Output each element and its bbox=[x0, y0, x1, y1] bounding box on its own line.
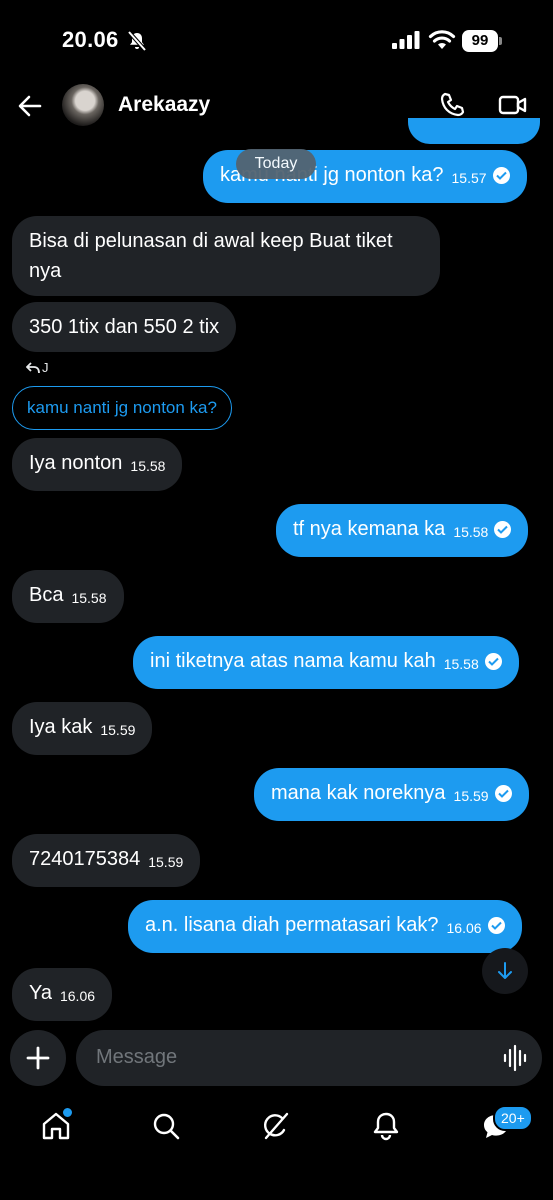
avatar[interactable] bbox=[62, 84, 104, 126]
message-time: 15.59 bbox=[148, 854, 184, 870]
message-text: Ya bbox=[29, 982, 52, 1004]
read-check-icon bbox=[492, 167, 510, 184]
message-time: 15.58 bbox=[71, 590, 107, 606]
message-time: 15.58 bbox=[453, 524, 489, 540]
cellular-signal-icon bbox=[392, 31, 420, 49]
message-outgoing[interactable]: a.n. lisana diah permatasari kak? 16.06 bbox=[128, 900, 522, 953]
video-call-icon[interactable] bbox=[498, 92, 528, 118]
back-arrow-icon[interactable] bbox=[16, 92, 44, 120]
message-text: 350 1tix dan 550 2 tix bbox=[29, 316, 220, 338]
message-incoming[interactable]: 350 1tix dan 550 2 tix bbox=[12, 302, 237, 352]
message-time: 15.58 bbox=[443, 656, 479, 672]
contact-name[interactable]: Arekaazy bbox=[118, 93, 210, 117]
add-attachment-button[interactable] bbox=[10, 1030, 66, 1086]
message-time: 15.59 bbox=[100, 722, 136, 738]
read-check-icon bbox=[487, 917, 505, 934]
message-time: 16.06 bbox=[59, 988, 96, 1004]
message-outgoing[interactable]: tf nya kemana ka 15.58 bbox=[276, 504, 529, 557]
message-time: 16.06 bbox=[446, 920, 482, 936]
phone-call-icon[interactable] bbox=[438, 91, 466, 119]
arrow-down-icon bbox=[498, 962, 512, 979]
message-time: 15.57 bbox=[451, 170, 487, 186]
message-incoming[interactable]: Bisa di pelunasan di awal keep Buat tike… bbox=[12, 216, 440, 296]
notifications-icon[interactable] bbox=[370, 1110, 402, 1142]
scroll-to-bottom-button[interactable] bbox=[482, 948, 528, 994]
home-notification-dot bbox=[61, 1106, 74, 1119]
read-check-icon bbox=[494, 521, 512, 538]
message-incoming[interactable]: Iya nonton 15.58 bbox=[12, 438, 183, 491]
message-text: Bisa di pelunasan di awal keep Buat tike… bbox=[29, 230, 393, 282]
voice-message-icon[interactable] bbox=[502, 1044, 528, 1072]
battery-indicator: 99 bbox=[462, 30, 502, 52]
message-incoming[interactable]: Bca 15.58 bbox=[12, 570, 124, 623]
message-text: 7240175384 bbox=[29, 848, 141, 870]
message-outgoing[interactable]: mana kak noreknya 15.59 bbox=[254, 768, 529, 821]
battery-level: 99 bbox=[462, 30, 498, 52]
message-placeholder: Message bbox=[96, 1046, 178, 1068]
message-time: 15.58 bbox=[130, 458, 166, 474]
read-check-icon bbox=[484, 653, 502, 670]
message-incoming[interactable]: Ya 16.06 bbox=[12, 968, 113, 1021]
search-icon[interactable] bbox=[150, 1110, 182, 1142]
message-text: tf nya kemana ka bbox=[293, 518, 446, 540]
message-bubble-partial bbox=[408, 118, 540, 144]
wifi-icon bbox=[428, 30, 456, 49]
message-incoming[interactable]: Iya kak 15.59 bbox=[12, 702, 153, 755]
message-text: Iya nonton bbox=[29, 452, 123, 474]
status-time: 20.06 bbox=[62, 27, 119, 52]
message-time: 15.59 bbox=[453, 788, 489, 804]
reply-arrow-icon bbox=[26, 362, 40, 374]
bell-muted-icon bbox=[127, 30, 147, 52]
message-outgoing[interactable]: ini tiketnya atas nama kamu kah 15.58 bbox=[133, 636, 519, 689]
message-text: a.n. lisana diah permatasari kak? bbox=[145, 914, 439, 936]
message-text: mana kak noreknya bbox=[271, 782, 446, 804]
grok-icon[interactable] bbox=[260, 1110, 292, 1142]
message-incoming[interactable]: 7240175384 15.59 bbox=[12, 834, 201, 887]
reply-sender: J bbox=[42, 360, 49, 375]
read-check-icon bbox=[494, 785, 512, 802]
reply-quote[interactable]: kamu nanti jg nonton ka? bbox=[12, 386, 232, 430]
date-divider: Today bbox=[236, 149, 316, 179]
message-text: Iya kak bbox=[29, 716, 93, 738]
message-text: ini tiketnya atas nama kamu kah bbox=[150, 650, 436, 672]
messages-badge: 20+ bbox=[493, 1105, 533, 1131]
message-text: Bca bbox=[29, 584, 64, 606]
plus-icon bbox=[26, 1046, 50, 1070]
